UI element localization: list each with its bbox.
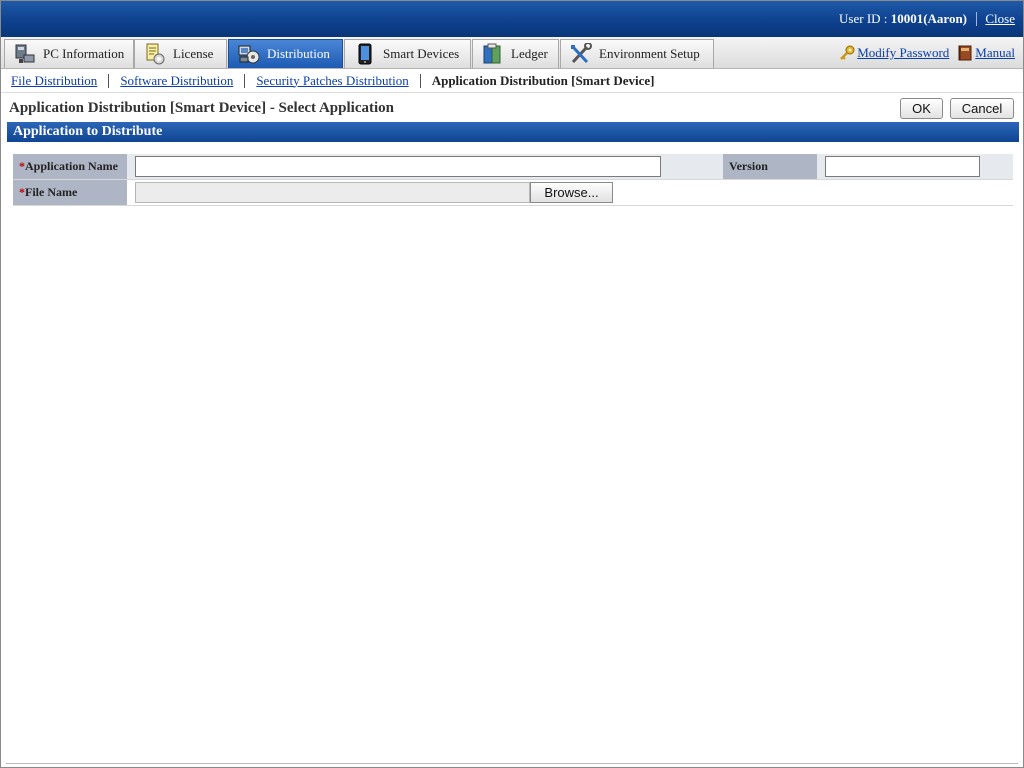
smartphone-icon [353,43,377,65]
form-row-application-name: *Application Name Version [13,154,1013,180]
section-header: Application to Distribute [7,122,1019,142]
user-id-display: User ID : 10001(Aaron) [839,11,967,27]
tools-icon [569,42,593,65]
tab-label: Environment Setup [599,46,700,61]
subnav-current-page: Application Distribution [Smart Device] [431,72,655,88]
breadcrumb: File Distribution Software Distribution … [1,69,1023,93]
ok-button[interactable]: OK [900,98,943,119]
subnav-security-patches-distribution[interactable]: Security Patches Distribution [256,73,408,89]
file-path-field[interactable] [135,182,530,203]
tab-distribution[interactable]: Distribution [228,39,343,68]
tab-label: PC Information [43,46,125,61]
tab-label: Smart Devices [383,46,460,61]
tab-license[interactable]: License [134,39,227,68]
tab-label: Distribution [267,46,330,61]
app-window: User ID : 10001(Aaron) Close PC Informat… [0,0,1024,768]
form-row-file-name: *File Name Browse... [13,180,1013,206]
page-title: Application Distribution [Smart Device] … [9,100,394,116]
subnav-separator [108,73,110,88]
application-name-input[interactable] [135,156,661,177]
tab-pc-information[interactable]: PC Information [4,39,134,68]
subnav-separator [244,73,246,88]
user-id-value: 10001(Aaron) [890,11,967,26]
header-separator [976,12,977,26]
modify-password-link[interactable]: Modify Password [857,45,949,61]
subnav-software-distribution[interactable]: Software Distribution [120,73,233,89]
tab-environment-setup[interactable]: Environment Setup [560,39,714,68]
bottom-divider [6,763,1018,764]
subnav-file-distribution[interactable]: File Distribution [11,73,97,89]
application-form: *Application Name Version *File Name Bro… [13,154,1013,206]
manual-link[interactable]: Manual [975,45,1015,61]
tab-label: Ledger [511,46,548,61]
version-cell [817,154,1013,179]
distribution-icon [237,43,261,65]
application-name-cell [127,154,723,179]
file-name-label: *File Name [13,180,127,205]
user-id-label: User ID : [839,11,891,26]
version-input[interactable] [825,156,980,177]
version-label: Version [723,154,817,179]
tab-smart-devices[interactable]: Smart Devices [344,39,471,68]
cancel-button[interactable]: Cancel [950,98,1014,119]
browse-button[interactable]: Browse... [530,182,613,203]
main-tab-bar: PC Information License Distribution Smar… [1,37,1023,69]
key-icon [839,45,855,61]
top-header-bar: User ID : 10001(Aaron) Close [1,1,1023,37]
ledger-icon [481,43,505,65]
manual-book-icon [957,45,973,61]
subnav-separator [419,73,421,88]
close-link[interactable]: Close [985,11,1015,27]
pc-icon [13,43,37,65]
application-name-label: *Application Name [13,154,127,179]
tab-bar-links: Modify Password Manual [839,45,1015,61]
tab-label: License [173,46,214,61]
license-icon [143,43,167,65]
tab-ledger[interactable]: Ledger [472,39,559,68]
